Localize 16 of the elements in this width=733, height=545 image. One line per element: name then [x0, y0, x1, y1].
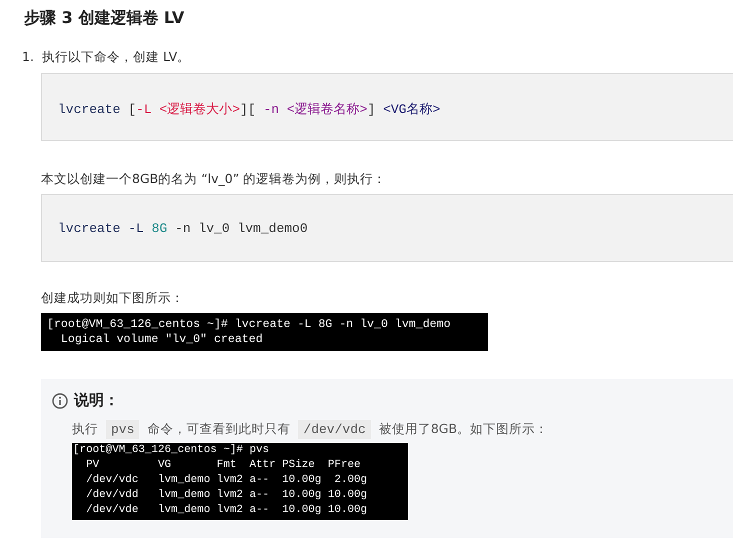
paragraph: 本文以创建一个8GB的名为 “lv_0” 的逻辑卷为例，则执行：: [41, 171, 388, 188]
terminal-screenshot: [root@VM_63_126_centos ~]# pvs PV VG Fmt Attr PSize PFree /dev/vdc lvm_demo lvm2 a-- 10.00g 2.00g /dev/vdd lvm_demo lvm2 a-- 10.00g 10.00g /dev/vde lvm_demo lvm2 a-- 10.00g 10.00g: [72, 443, 408, 520]
terminal-screenshot: [root@VM_63_126_centos ~]# lvcreate -L 8G -n lv_0 lvm_demo Logical volume "lv_0" created: [41, 313, 488, 351]
code-block: lvcreate -L 8G -n lv_0 lvm_demo0: [41, 194, 733, 262]
note-text: 执行: [72, 421, 98, 438]
step-text: 执行以下命令，创建 LV。: [42, 49, 190, 66]
list-number: 1.: [22, 49, 34, 64]
note-text: 命令，可查看到此时只有: [147, 421, 290, 438]
step-heading: 步骤 3 创建逻辑卷 LV: [24, 8, 186, 29]
inline-code: pvs: [106, 420, 140, 439]
note-text: 被使用了8GB。如下图所示：: [378, 421, 548, 438]
inline-code: /dev/vdc: [298, 420, 371, 439]
paragraph: 创建成功则如下图所示：: [41, 290, 185, 307]
info-icon: [52, 392, 68, 408]
code-block: lvcreate [-L <逻辑卷大小>][ -n <逻辑卷名称>] <VG名称>: [41, 73, 733, 141]
note-title: 说明：: [74, 391, 119, 410]
